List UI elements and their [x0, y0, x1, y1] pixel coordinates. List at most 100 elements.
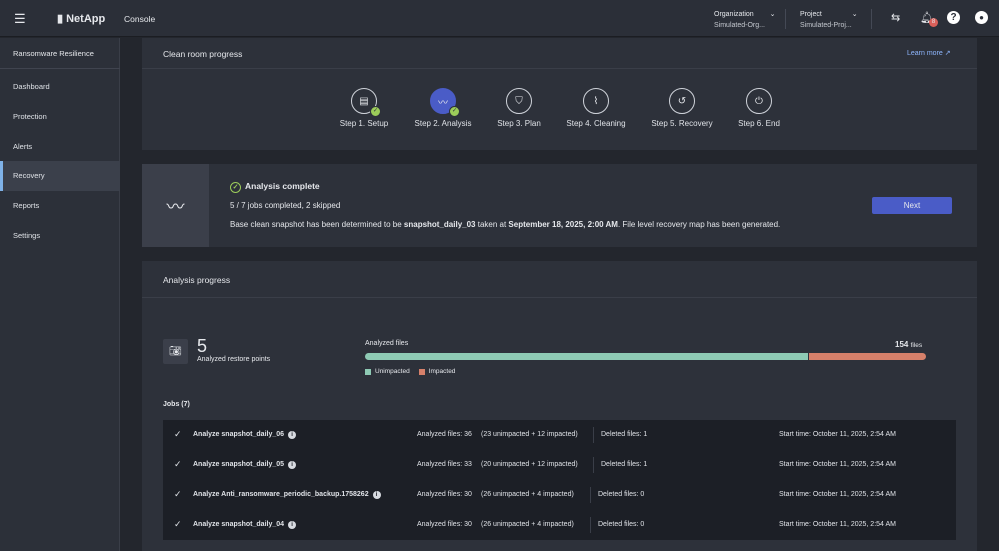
organization-selector[interactable]: Organization ⌄ Simulated-Org... [714, 9, 776, 31]
step-label: Step 4. Cleaning [566, 119, 626, 128]
unimpacted-bar [365, 353, 809, 360]
msg-text: taken at [475, 220, 509, 229]
project-value: Simulated-Proj... [800, 22, 852, 29]
sidebar-title: Ransomware Resilience [13, 49, 94, 58]
step-recovery[interactable]: ↺ Step 5. Recovery [642, 88, 722, 128]
notification-badge: 8 [929, 18, 938, 27]
sidebar-item-alerts[interactable]: Alerts [0, 132, 120, 162]
status-message: Base clean snapshot has been determined … [230, 220, 780, 229]
msg-text: . File level recovery map has been gener… [617, 220, 781, 229]
msg-text: Base clean snapshot has been determined … [230, 220, 404, 229]
info-icon[interactable]: i [288, 431, 297, 439]
job-deleted-files: Deleted files: 0 [598, 491, 645, 498]
learn-more-label: Learn more [907, 50, 943, 57]
job-row[interactable]: ✓ Analyze Anti_ransomware_periodic_backu… [163, 480, 956, 510]
plug-icon: ⏻ [746, 88, 772, 114]
job-name-text: Analyze snapshot_daily_04 [193, 521, 285, 528]
info-icon[interactable]: i [288, 521, 297, 529]
job-analyzed-files: Analyzed files: 30 [417, 491, 472, 498]
step-end[interactable]: ⏻ Step 6. End [719, 88, 799, 128]
divider [590, 517, 591, 533]
netapp-logo[interactable]: ▮ NetApp [57, 12, 105, 25]
job-name-text: Analyze Anti_ransomware_periodic_backup.… [193, 491, 369, 498]
status-title-text: Analysis complete [245, 181, 320, 191]
legend-unimpacted: Unimpacted [375, 368, 410, 375]
job-name: Analyze snapshot_daily_06 i [193, 431, 297, 439]
info-icon[interactable]: i [288, 461, 297, 469]
status-title: ✓ Analysis complete [230, 181, 320, 193]
files-total-value: 154 [895, 340, 909, 349]
sidebar-item-recovery[interactable]: Recovery [0, 161, 120, 191]
divider [142, 297, 977, 298]
step-setup[interactable]: ▤ ✓ Step 1. Setup [324, 88, 404, 128]
impacted-bar [809, 353, 926, 360]
external-link-icon: ↗ [944, 50, 951, 57]
camera-icon: 📷︎ [163, 339, 188, 364]
top-bar: ☰ ▮ NetApp Console Organization ⌄ Simula… [0, 0, 999, 37]
divider [590, 487, 591, 503]
check-icon: ✓ [174, 429, 182, 439]
impacted-swatch [418, 368, 425, 375]
sidebar-item-settings[interactable]: Settings [0, 221, 120, 251]
sidebar-item-reports[interactable]: Reports [0, 191, 120, 221]
sidebar-item-dashboard[interactable]: Dashboard [0, 72, 120, 102]
bar-legend: Unimpacted Impacted [365, 368, 455, 375]
job-breakdown: (23 unimpacted + 12 impacted) [481, 431, 578, 438]
check-icon: ✓ [174, 459, 182, 469]
check-circle-icon: ✓ [230, 182, 241, 193]
snapshot-name: snapshot_daily_03 [403, 220, 476, 229]
project-label: Project [800, 11, 822, 18]
snapshot-date: September 18, 2025, 2:00 AM [508, 220, 618, 229]
job-row[interactable]: ✓ Analyze snapshot_daily_06 i Analyzed fi… [163, 420, 956, 450]
job-breakdown: (20 unimpacted + 12 impacted) [481, 461, 578, 468]
restore-points-count: 5 [197, 336, 208, 356]
job-name: Analyze Anti_ransomware_periodic_backup.… [193, 491, 381, 499]
broom-icon: ⌇ [583, 88, 609, 114]
job-breakdown: (26 unimpacted + 4 impacted) [481, 491, 574, 498]
job-row[interactable]: ✓ Analyze snapshot_daily_05 i Analyzed fi… [163, 450, 956, 480]
analysis-icon: 〰 ✓ [430, 88, 460, 117]
job-analyzed-files: Analyzed files: 30 [417, 521, 472, 528]
help-icon[interactable]: ? [947, 11, 960, 24]
step-label: Step 5. Recovery [651, 119, 713, 128]
step-label: Step 6. End [738, 119, 780, 128]
job-name-text: Analyze snapshot_daily_05 [193, 461, 285, 468]
panel-title: Analysis progress [163, 275, 231, 285]
job-row[interactable]: ✓ Analyze snapshot_daily_04 i Analyzed fi… [163, 510, 956, 540]
divider [593, 427, 594, 443]
step-label: Step 2. Analysis [414, 119, 472, 128]
step-label: Step 1. Setup [339, 119, 389, 128]
step-analysis[interactable]: 〰 ✓ Step 2. Analysis [403, 88, 483, 128]
job-deleted-files: Deleted files: 0 [598, 521, 645, 528]
user-icon[interactable]: ● [975, 11, 988, 24]
divider [0, 68, 120, 69]
step-plan[interactable]: ⛉ Step 3. Plan [479, 88, 559, 128]
job-start-time: Start time: October 11, 2025, 2:54 AM [779, 461, 896, 468]
job-name-text: Analyze snapshot_daily_06 [193, 431, 285, 438]
project-selector[interactable]: Project ⌄ Simulated-Proj... [800, 9, 858, 31]
job-analyzed-files: Analyzed files: 33 [417, 461, 472, 468]
panel-title: Clean room progress [163, 49, 243, 59]
next-button[interactable]: Next [872, 197, 952, 214]
job-start-time: Start time: October 11, 2025, 2:54 AM [779, 491, 896, 498]
check-icon: ✓ [174, 519, 182, 529]
menu-icon[interactable]: ☰ [14, 11, 26, 27]
learn-more-link[interactable]: Learn more ↗ [907, 49, 951, 57]
analyzed-files-label: Analyzed files [365, 340, 409, 347]
org-label: Organization [714, 11, 754, 18]
history-icon: ↺ [669, 88, 695, 114]
restore-points-label: Analyzed restore points [197, 356, 271, 363]
check-icon: ✓ [449, 106, 460, 117]
jobs-title: Jobs (7) [163, 401, 190, 408]
info-icon[interactable]: i [372, 491, 381, 499]
chevron-down-icon: ⌄ [851, 11, 858, 18]
org-value: Simulated-Org... [714, 22, 765, 29]
app-name: Console [124, 14, 156, 24]
job-name: Analyze snapshot_daily_05 i [193, 461, 297, 469]
step-cleaning[interactable]: ⌇ Step 4. Cleaning [556, 88, 636, 128]
check-icon: ✓ [370, 106, 381, 117]
sidebar-item-protection[interactable]: Protection [0, 102, 120, 132]
step-label: Step 3. Plan [497, 119, 541, 128]
connector-icon[interactable]: ⇆ [891, 11, 900, 24]
divider [871, 9, 872, 29]
